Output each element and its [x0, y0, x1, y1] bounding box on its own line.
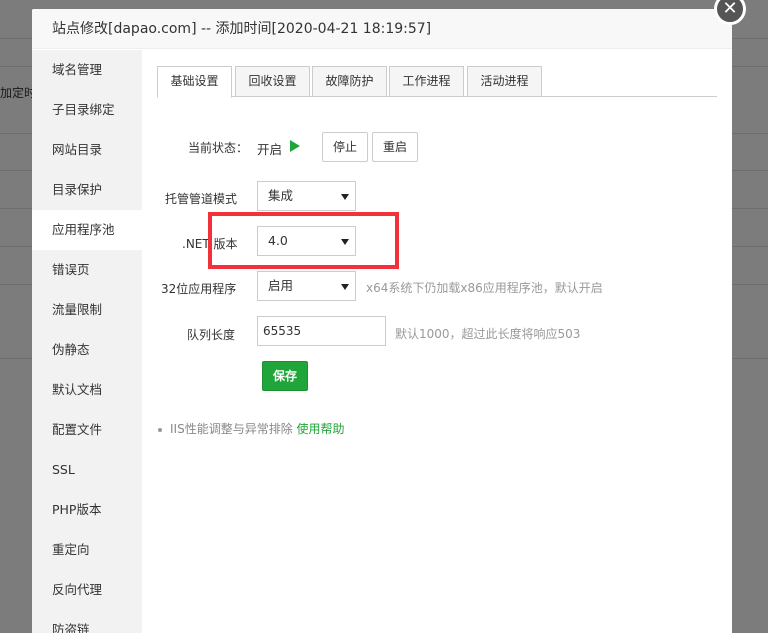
tab-recycle-settings[interactable]: 回收设置 — [235, 66, 310, 97]
tab-failure-protection[interactable]: 故障防护 — [312, 66, 387, 97]
pipeline-mode-value: 集成 — [268, 188, 294, 203]
sidebar-item-subdir-binding[interactable]: 子目录绑定 — [32, 90, 142, 130]
restart-button[interactable]: 重启 — [372, 132, 418, 162]
sidebar-item-config-file[interactable]: 配置文件 — [32, 410, 142, 450]
stop-button[interactable]: 停止 — [322, 132, 368, 162]
tab-basic-settings[interactable]: 基础设置 — [157, 66, 232, 98]
sidebar-item-traffic-limit[interactable]: 流量限制 — [32, 290, 142, 330]
sidebar-item-ssl[interactable]: SSL — [32, 450, 142, 490]
status-label: 当前状态： — [188, 141, 249, 155]
queue-length-input[interactable]: 65535 — [257, 316, 386, 346]
site-edit-dialog: 站点修改[dapao.com] -- 添加时间[2020-04-21 18:19… — [32, 9, 732, 633]
app-pool-panel: 基础设置 回收设置 故障防护 工作进程 活动进程 当前状态： 开启 停止 重启 … — [142, 50, 732, 633]
app32-hint: x64系统下仍加载x86应用程序池，默认开启 — [366, 281, 603, 295]
status-value: 开启 — [257, 142, 283, 157]
pipeline-mode-label: 托管管道模式 — [165, 192, 238, 206]
sidebar-item-hotlink-protect[interactable]: 防盗链 — [32, 610, 142, 633]
sidebar-item-reverse-proxy[interactable]: 反向代理 — [32, 570, 142, 610]
sidebar-item-rewrite[interactable]: 伪静态 — [32, 330, 142, 370]
sidebar-item-app-pool[interactable]: 应用程序池 — [32, 210, 142, 250]
sidebar: 域名管理 子目录绑定 网站目录 目录保护 应用程序池 错误页 流量限制 伪静态 … — [32, 50, 142, 633]
sidebar-item-redirect[interactable]: 重定向 — [32, 530, 142, 570]
app32-label: 32位应用程序 — [161, 282, 237, 296]
bullet-dot — [158, 427, 162, 432]
play-icon — [290, 140, 300, 152]
app32-select[interactable]: 启用 — [257, 271, 356, 301]
sidebar-item-error-page[interactable]: 错误页 — [32, 250, 142, 290]
sidebar-item-site-directory[interactable]: 网站目录 — [32, 130, 142, 170]
highlight-box — [208, 212, 399, 269]
settings-tabs: 基础设置 回收设置 故障防护 工作进程 活动进程 — [157, 66, 717, 98]
help-line: IIS性能调整与异常排除 使用帮助 — [158, 420, 345, 437]
chevron-down-icon — [341, 194, 349, 200]
help-text: IIS性能调整与异常排除 — [170, 422, 293, 436]
save-button[interactable]: 保存 — [262, 361, 308, 391]
pipeline-mode-select[interactable]: 集成 — [257, 181, 356, 211]
sidebar-item-default-document[interactable]: 默认文档 — [32, 370, 142, 410]
tab-active-process[interactable]: 活动进程 — [467, 66, 542, 97]
background-partial-text: 加定时 — [0, 86, 37, 100]
sidebar-item-directory-protect[interactable]: 目录保护 — [32, 170, 142, 210]
sidebar-item-php-version[interactable]: PHP版本 — [32, 490, 142, 530]
help-link[interactable]: 使用帮助 — [297, 422, 345, 436]
queue-length-label: 队列长度 — [187, 328, 236, 342]
app32-value: 启用 — [268, 278, 294, 293]
queue-length-hint: 默认1000，超过此长度将响应503 — [395, 327, 581, 341]
tab-worker-process[interactable]: 工作进程 — [389, 66, 464, 97]
sidebar-item-domain[interactable]: 域名管理 — [32, 50, 142, 90]
dialog-title: 站点修改[dapao.com] -- 添加时间[2020-04-21 18:19… — [32, 9, 732, 49]
chevron-down-icon — [341, 284, 349, 290]
